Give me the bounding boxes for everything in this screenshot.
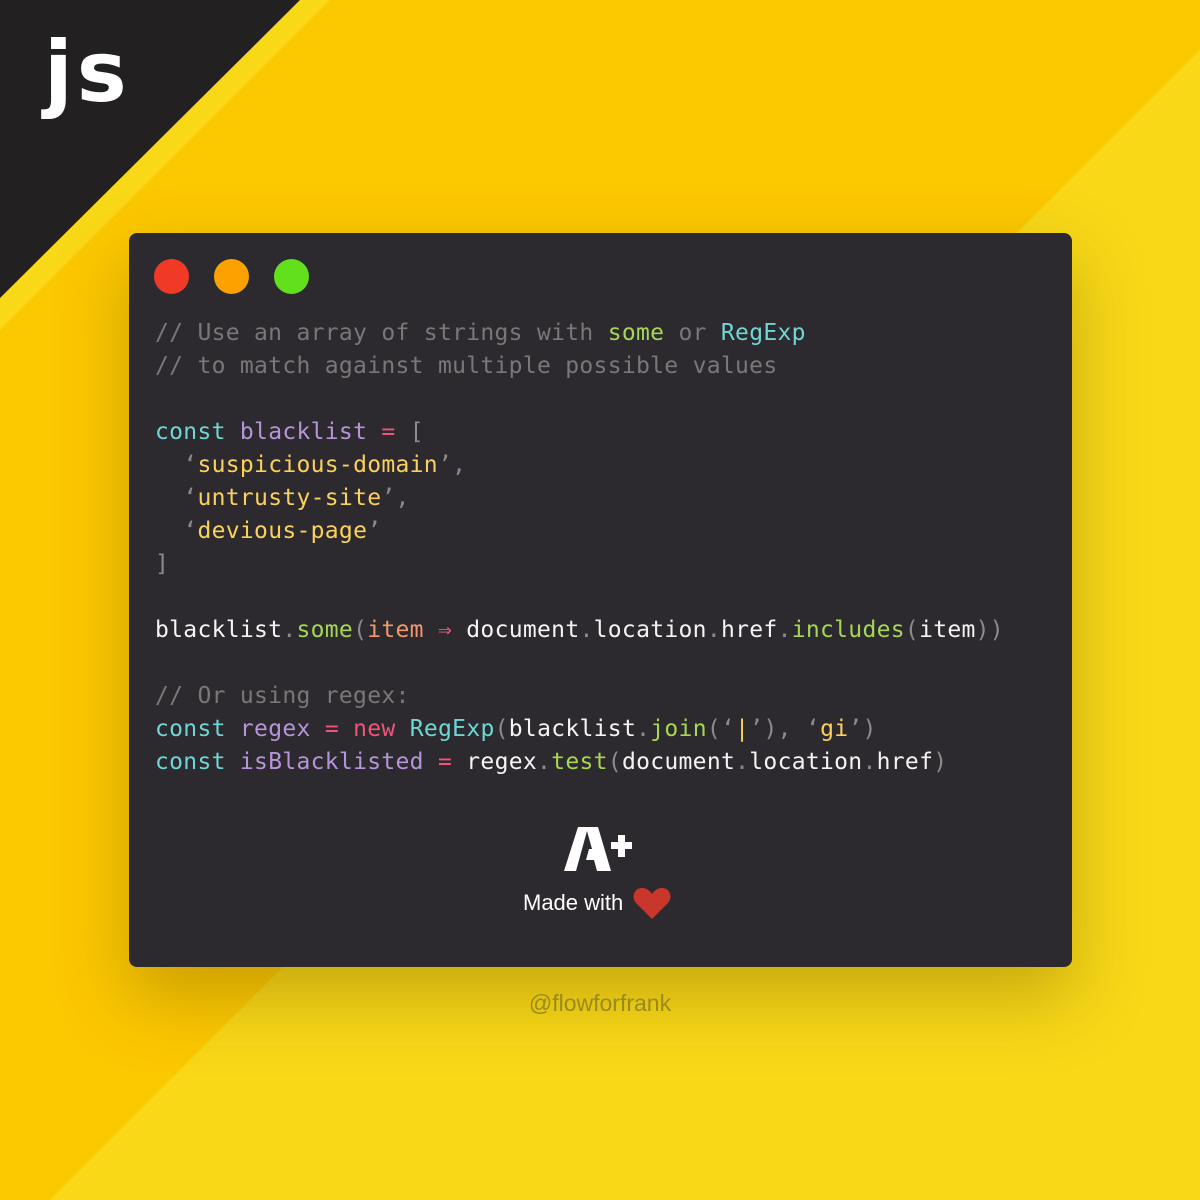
code-token: [ (409, 419, 424, 445)
maximize-button[interactable] (274, 259, 309, 294)
author-handle: @flowforfrank (528, 990, 672, 1016)
code-line: blacklist.some(item ⇒ document.location.… (155, 614, 1004, 647)
code-token: const (155, 419, 226, 445)
code-token: ( (607, 749, 622, 775)
code-line: // Use an array of strings with some or … (155, 317, 1004, 350)
code-line: ‘suspicious-domain’, (155, 449, 1004, 482)
code-token: ’ (367, 518, 382, 544)
code-token: ) (933, 749, 948, 775)
code-line: const isBlacklisted = regex.test(documen… (155, 746, 1004, 779)
code-token: item (919, 617, 976, 643)
made-with: Made with (523, 886, 671, 920)
code-token: regex (239, 716, 311, 742)
code-token: . (706, 617, 721, 643)
code-token: suspicious-domain (197, 452, 438, 478)
minimize-button[interactable] (214, 259, 249, 294)
code-window: // Use an array of strings with some or … (129, 233, 1072, 967)
code-token: . (862, 749, 877, 775)
code-token: RegExp (409, 716, 495, 742)
code-token: devious-page (197, 518, 368, 544)
code-token: ] (155, 551, 170, 577)
code-token: gi (820, 716, 849, 742)
a-plus-logo-icon (563, 827, 632, 871)
code-line: ‘untrusty-site’, (155, 482, 1004, 515)
code-token: includes (791, 617, 905, 643)
code-token: blacklist (239, 419, 368, 445)
code-token: new (353, 716, 396, 742)
code-token: test (551, 749, 608, 775)
code-token: ‘ (155, 518, 198, 544)
code-token: . (777, 617, 792, 643)
code-token: ( (353, 617, 368, 643)
heart-icon (633, 888, 671, 919)
code-token: item (367, 617, 424, 643)
code-token: . (537, 749, 552, 775)
code-token: )) (975, 617, 1004, 643)
code-token: // to match against multiple possible va… (155, 353, 778, 379)
code-token: const (155, 716, 226, 742)
code-token: blacklist (155, 617, 283, 643)
code-token: const (155, 749, 226, 775)
code-line: // Or using regex: (155, 680, 1004, 713)
code-token: (‘ (706, 716, 736, 742)
code-token: . (735, 749, 750, 775)
code-token: = (437, 749, 453, 775)
code-token: href (876, 749, 934, 775)
code-line: const blacklist = [ (155, 416, 1004, 449)
code-token: join (650, 716, 707, 742)
code-token: ‘ (155, 452, 198, 478)
code-token: ⇒ (437, 617, 453, 643)
code-token: ’), ‘ (749, 716, 821, 742)
code-token: or (664, 320, 721, 346)
code-token: ’, (437, 452, 467, 478)
code-token: some (296, 617, 354, 643)
code-line: // to match against multiple possible va… (155, 350, 1004, 383)
code-block: // Use an array of strings with some or … (155, 317, 1004, 779)
code-token: // Use an array of strings with (155, 320, 608, 346)
code-line: const regex = new RegExp(blacklist.join(… (155, 713, 1004, 746)
code-token: isBlacklisted (239, 749, 424, 775)
code-token: location (749, 749, 863, 775)
close-button[interactable] (154, 259, 189, 294)
code-token: = (324, 716, 339, 742)
code-token: ’) (848, 716, 877, 742)
code-token: . (579, 617, 594, 643)
code-token: . (636, 716, 651, 742)
code-token: // Or using regex: (155, 683, 410, 709)
code-line: ‘devious-page’ (155, 515, 1004, 548)
code-token: untrusty-site (197, 485, 382, 511)
code-token: some (607, 320, 665, 346)
code-token: ’, (381, 485, 410, 511)
code-line: ] (155, 548, 1004, 581)
made-with-label: Made with (523, 890, 624, 915)
code-token: . (282, 617, 297, 643)
code-token: = (381, 419, 396, 445)
code-token: | (735, 716, 750, 742)
code-token: RegExp (720, 320, 806, 346)
code-token: ( (904, 617, 920, 643)
code-token: document (621, 749, 736, 775)
code-token: ‘ (155, 485, 198, 511)
brand-logo (129, 827, 1072, 881)
code-token: regex (452, 749, 538, 775)
code-token: href (720, 617, 778, 643)
code-token: location (593, 617, 707, 643)
code-token: blacklist (508, 716, 637, 742)
code-token: ( (494, 716, 509, 742)
js-logo: js (44, 23, 131, 121)
code-token: document (452, 617, 580, 643)
